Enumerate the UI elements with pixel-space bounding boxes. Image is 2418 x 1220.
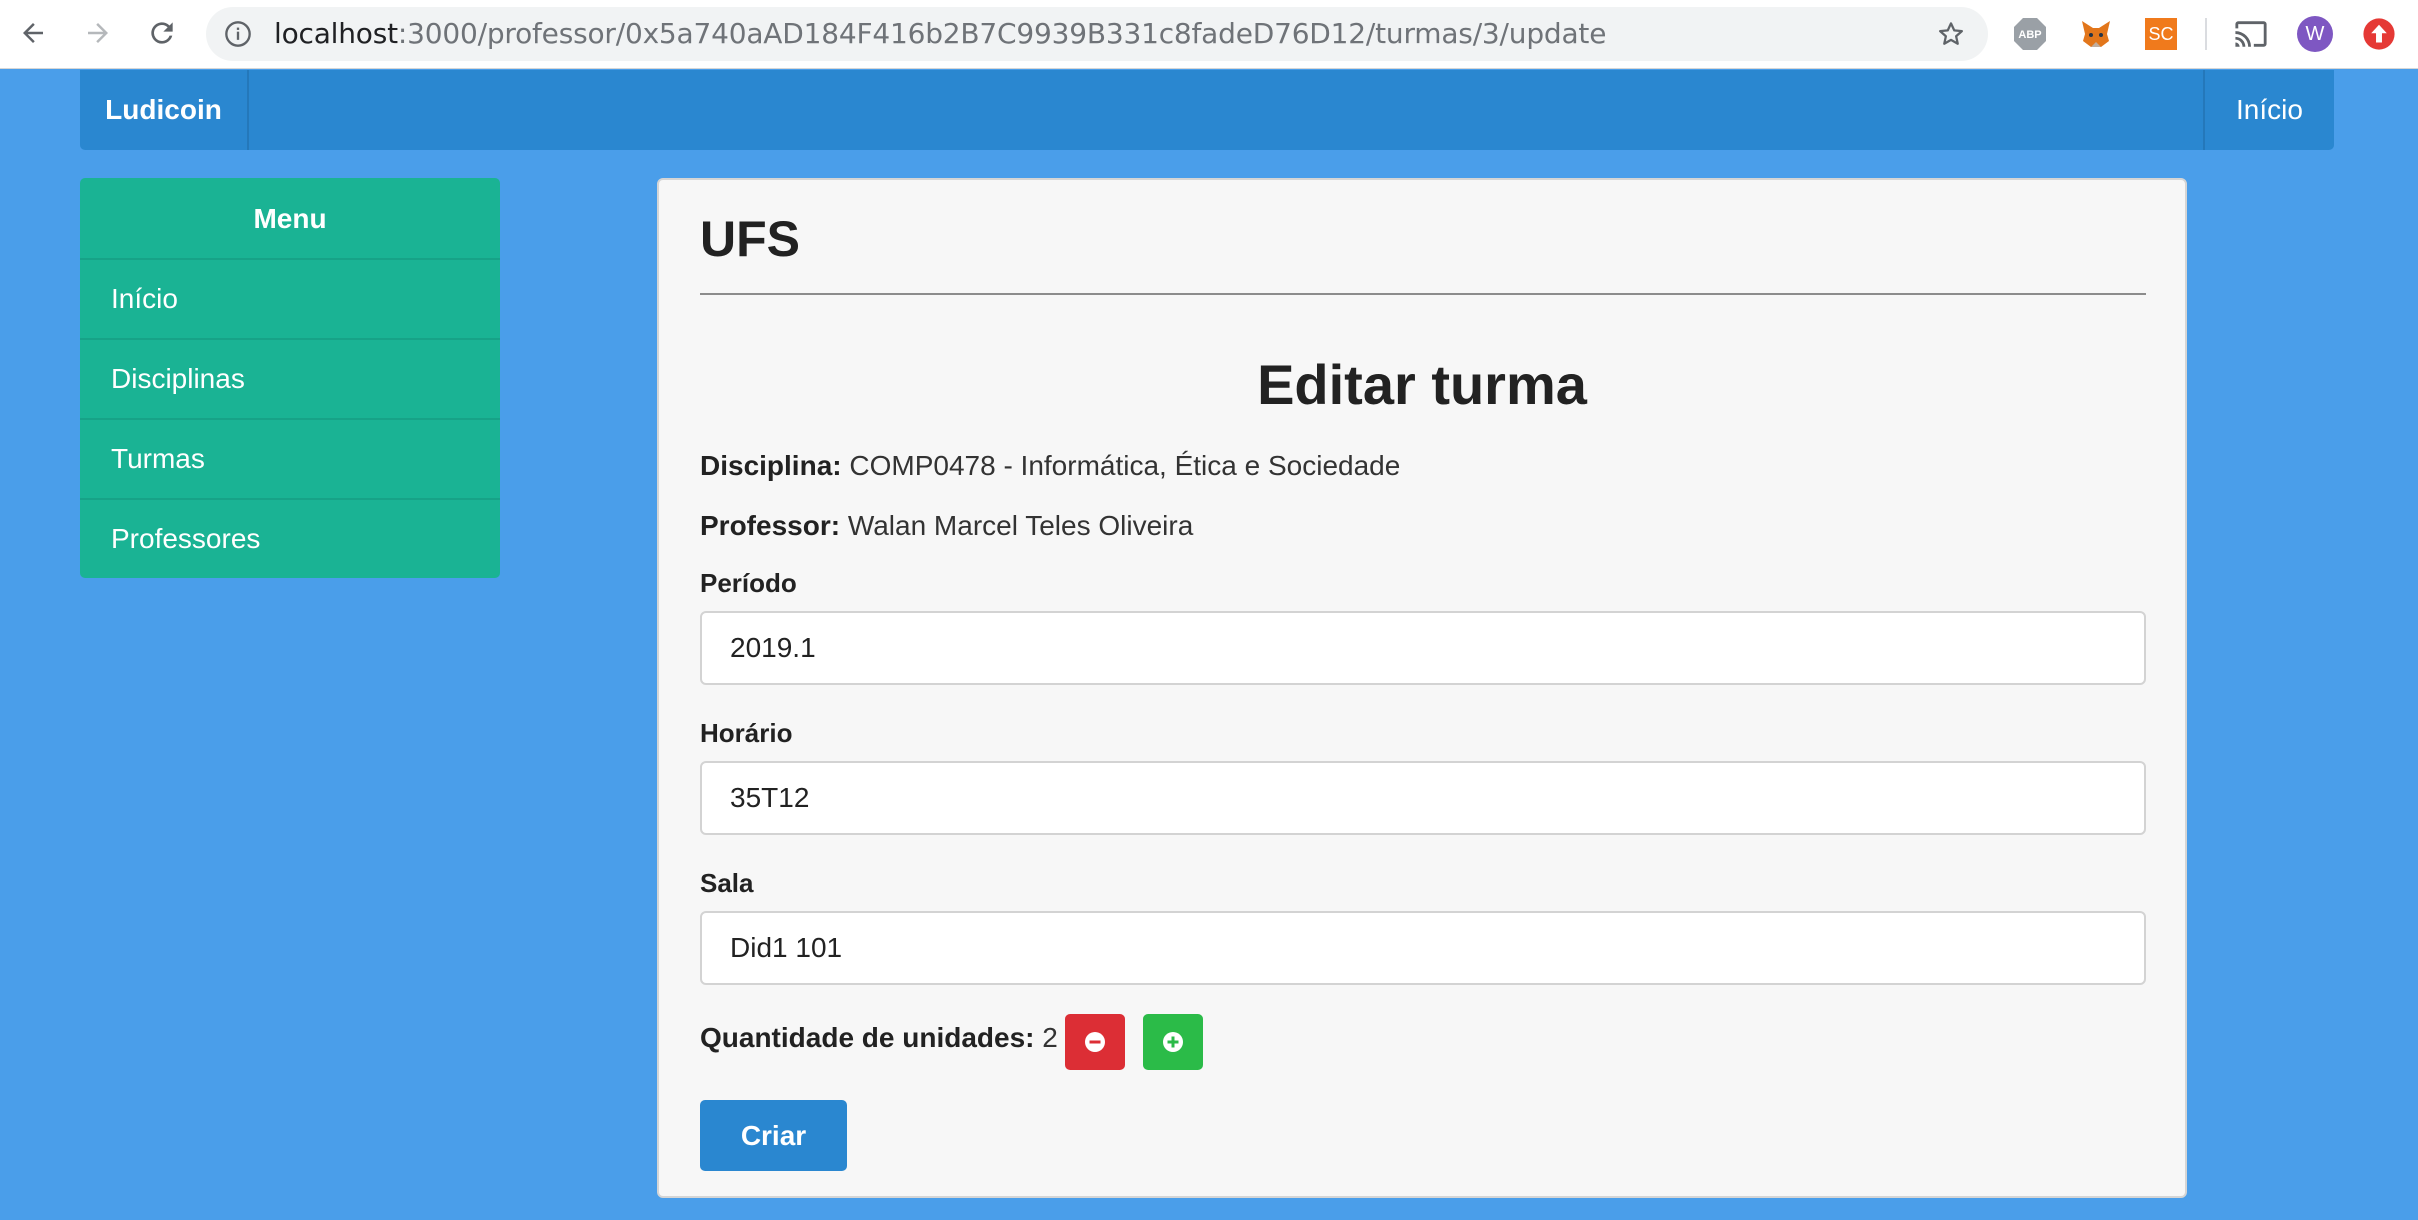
url-host: localhost <box>274 17 398 50</box>
sidebar-item-professores[interactable]: Professores <box>80 500 500 578</box>
form-title: Editar turma <box>1257 353 1587 416</box>
toolbar-divider <box>2205 18 2207 50</box>
update-arrow-icon <box>2363 18 2395 50</box>
nav-home-link[interactable]: Início <box>2203 70 2334 150</box>
sidebar-menu: Menu Início Disciplinas Turmas Professor… <box>80 178 500 578</box>
panel-title: UFS <box>700 211 800 267</box>
avatar: W <box>2297 16 2333 52</box>
abp-label: ABP <box>2018 29 2041 41</box>
url-path: :3000/professor/0x5a740aAD184F416b2B7C99… <box>397 17 1607 50</box>
address-bar[interactable]: localhost:3000/professor/0x5a740aAD184F4… <box>206 7 1988 61</box>
brand-link[interactable]: Ludicoin <box>80 70 249 150</box>
profile-avatar-button[interactable]: W <box>2297 16 2333 52</box>
url-text[interactable]: localhost:3000/professor/0x5a740aAD184F4… <box>274 7 1606 61</box>
sidebar-item-disciplinas[interactable]: Disciplinas <box>80 340 500 420</box>
forward-button[interactable] <box>75 10 121 56</box>
sala-label: Sala <box>700 868 754 898</box>
title-divider <box>700 293 2146 295</box>
reload-icon <box>151 22 173 44</box>
professor-value: Walan Marcel Teles Oliveira <box>847 510 1194 541</box>
plus-circle-icon <box>1163 1032 1183 1052</box>
periodo-input[interactable] <box>700 611 2146 685</box>
horario-label: Horário <box>700 718 793 748</box>
sc-icon: SC <box>2145 18 2177 50</box>
edit-class-panel: UFS Editar turma Disciplina: COMP0478 - … <box>657 178 2187 1198</box>
disciplina-value: COMP0478 - Informática, Ética e Sociedad… <box>849 450 1401 481</box>
sala-input[interactable] <box>700 911 2146 985</box>
adblock-extension-button[interactable]: ABP <box>2012 16 2048 52</box>
quantity-value: 2 <box>1042 1022 1058 1053</box>
update-button[interactable] <box>2361 16 2397 52</box>
cast-icon <box>2235 21 2267 47</box>
unit-quantity: Quantidade de unidades: 2 <box>700 1022 1058 1054</box>
sidebar-title: Menu <box>80 178 500 260</box>
metamask-extension-button[interactable] <box>2078 16 2114 52</box>
quantity-label: Quantidade de unidades: <box>700 1022 1035 1053</box>
info-icon[interactable] <box>224 20 252 48</box>
app-navbar: Ludicoin Início <box>80 70 2334 150</box>
arrow-left-icon <box>23 23 43 43</box>
periodo-label: Período <box>700 568 797 598</box>
sc-label: SC <box>2148 24 2174 44</box>
browser-toolbar: localhost:3000/professor/0x5a740aAD184F4… <box>0 0 2418 69</box>
disciplina-label: Disciplina: <box>700 450 842 481</box>
bookmark-star-icon[interactable] <box>1936 19 1966 49</box>
reload-button[interactable] <box>139 10 185 56</box>
sc-extension-button[interactable]: SC <box>2143 16 2179 52</box>
add-unit-button[interactable] <box>1143 1014 1203 1070</box>
submit-button[interactable]: Criar <box>700 1100 847 1171</box>
minus-circle-icon <box>1085 1032 1105 1052</box>
sidebar-item-turmas[interactable]: Turmas <box>80 420 500 500</box>
professor-info: Professor: Walan Marcel Teles Oliveira <box>700 510 1193 542</box>
remove-unit-button[interactable] <box>1065 1014 1125 1070</box>
cast-button[interactable] <box>2233 16 2269 52</box>
sidebar-item-inicio[interactable]: Início <box>80 260 500 340</box>
arrow-right-icon <box>88 23 108 43</box>
fox-icon <box>2082 21 2110 47</box>
adblock-icon: ABP <box>2014 18 2046 50</box>
professor-label: Professor: <box>700 510 841 541</box>
back-button[interactable] <box>10 10 56 56</box>
disciplina-info: Disciplina: COMP0478 - Informática, Étic… <box>700 450 1400 482</box>
horario-input[interactable] <box>700 761 2146 835</box>
profile-initial: W <box>2305 23 2325 45</box>
